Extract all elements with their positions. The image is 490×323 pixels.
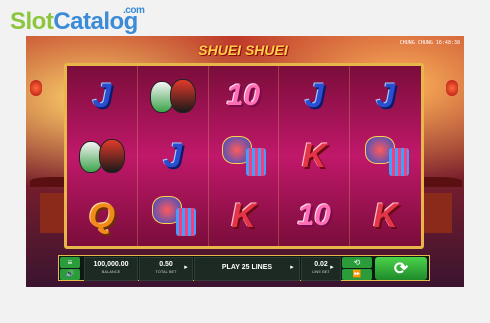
symbol-k: K <box>302 136 327 175</box>
reel-cell: 10 <box>279 186 351 246</box>
symbol-j: J <box>376 76 396 115</box>
opera-mask-icon <box>77 137 127 175</box>
logo-slot: Slot <box>10 8 54 35</box>
lantern-icon <box>30 80 42 96</box>
lantern-icon <box>446 80 458 96</box>
lines-display[interactable]: PLAY 25 LINES <box>194 257 300 281</box>
autoplay-button[interactable]: ⟲ <box>342 257 372 268</box>
reel-cell <box>138 186 209 246</box>
symbol-10: 10 <box>226 79 261 112</box>
opera-mask-icon <box>148 77 198 115</box>
lion-dance-icon <box>361 134 411 178</box>
reel-cell <box>138 66 209 126</box>
reel-cell: K <box>279 126 351 186</box>
symbol-10: 10 <box>297 199 331 232</box>
reel-cell <box>67 126 138 186</box>
lion-dance-icon <box>218 134 268 178</box>
menu-button[interactable]: ≡ <box>60 257 80 268</box>
slotcatalog-logo: SlotCatalog .com <box>10 5 145 36</box>
reel-cell: J <box>138 126 209 186</box>
total-bet-arrow-icon[interactable]: ▸ <box>181 262 191 274</box>
fast-play-button[interactable]: ⏩ <box>342 269 372 280</box>
reel-cell: 10 <box>209 66 280 126</box>
reel-cell: Q <box>67 186 138 246</box>
reel-cell <box>350 126 421 186</box>
lines-label: PLAY 25 LINES <box>221 264 273 271</box>
reel-cell <box>209 126 280 186</box>
symbol-j: J <box>163 136 183 175</box>
reel-cell: J <box>279 66 351 126</box>
clock-readout: CHUNG CHUNG 16:48:38 <box>399 40 460 46</box>
logo-com: .com <box>123 5 145 16</box>
symbol-j: J <box>304 76 324 115</box>
reel-cell: J <box>350 66 421 126</box>
sound-button[interactable]: 🔊 <box>60 269 80 280</box>
symbol-k: K <box>231 196 256 235</box>
reel-cell: K <box>350 186 421 246</box>
balance-value: 100,000.00 <box>93 261 129 268</box>
reel-cell: K <box>209 186 280 246</box>
balance-label: BALANCE <box>101 269 121 274</box>
symbol-j: J <box>92 76 112 115</box>
reel-cell: J <box>67 66 138 126</box>
spin-button[interactable]: ⟳ <box>375 257 427 280</box>
balance-display: 100,000.00 BALANCE <box>84 257 138 281</box>
line-bet-arrow-icon[interactable]: ▸ <box>327 262 337 274</box>
symbol-k: K <box>373 196 398 235</box>
lines-arrow-icon[interactable]: ▸ <box>287 262 297 274</box>
game-title-logo: SHUEI SHUEI <box>198 42 288 58</box>
reel-grid[interactable]: J 10 J J J K Q K 10 K <box>64 63 424 249</box>
lion-dance-icon <box>148 194 198 238</box>
symbol-q: Q <box>88 196 116 235</box>
